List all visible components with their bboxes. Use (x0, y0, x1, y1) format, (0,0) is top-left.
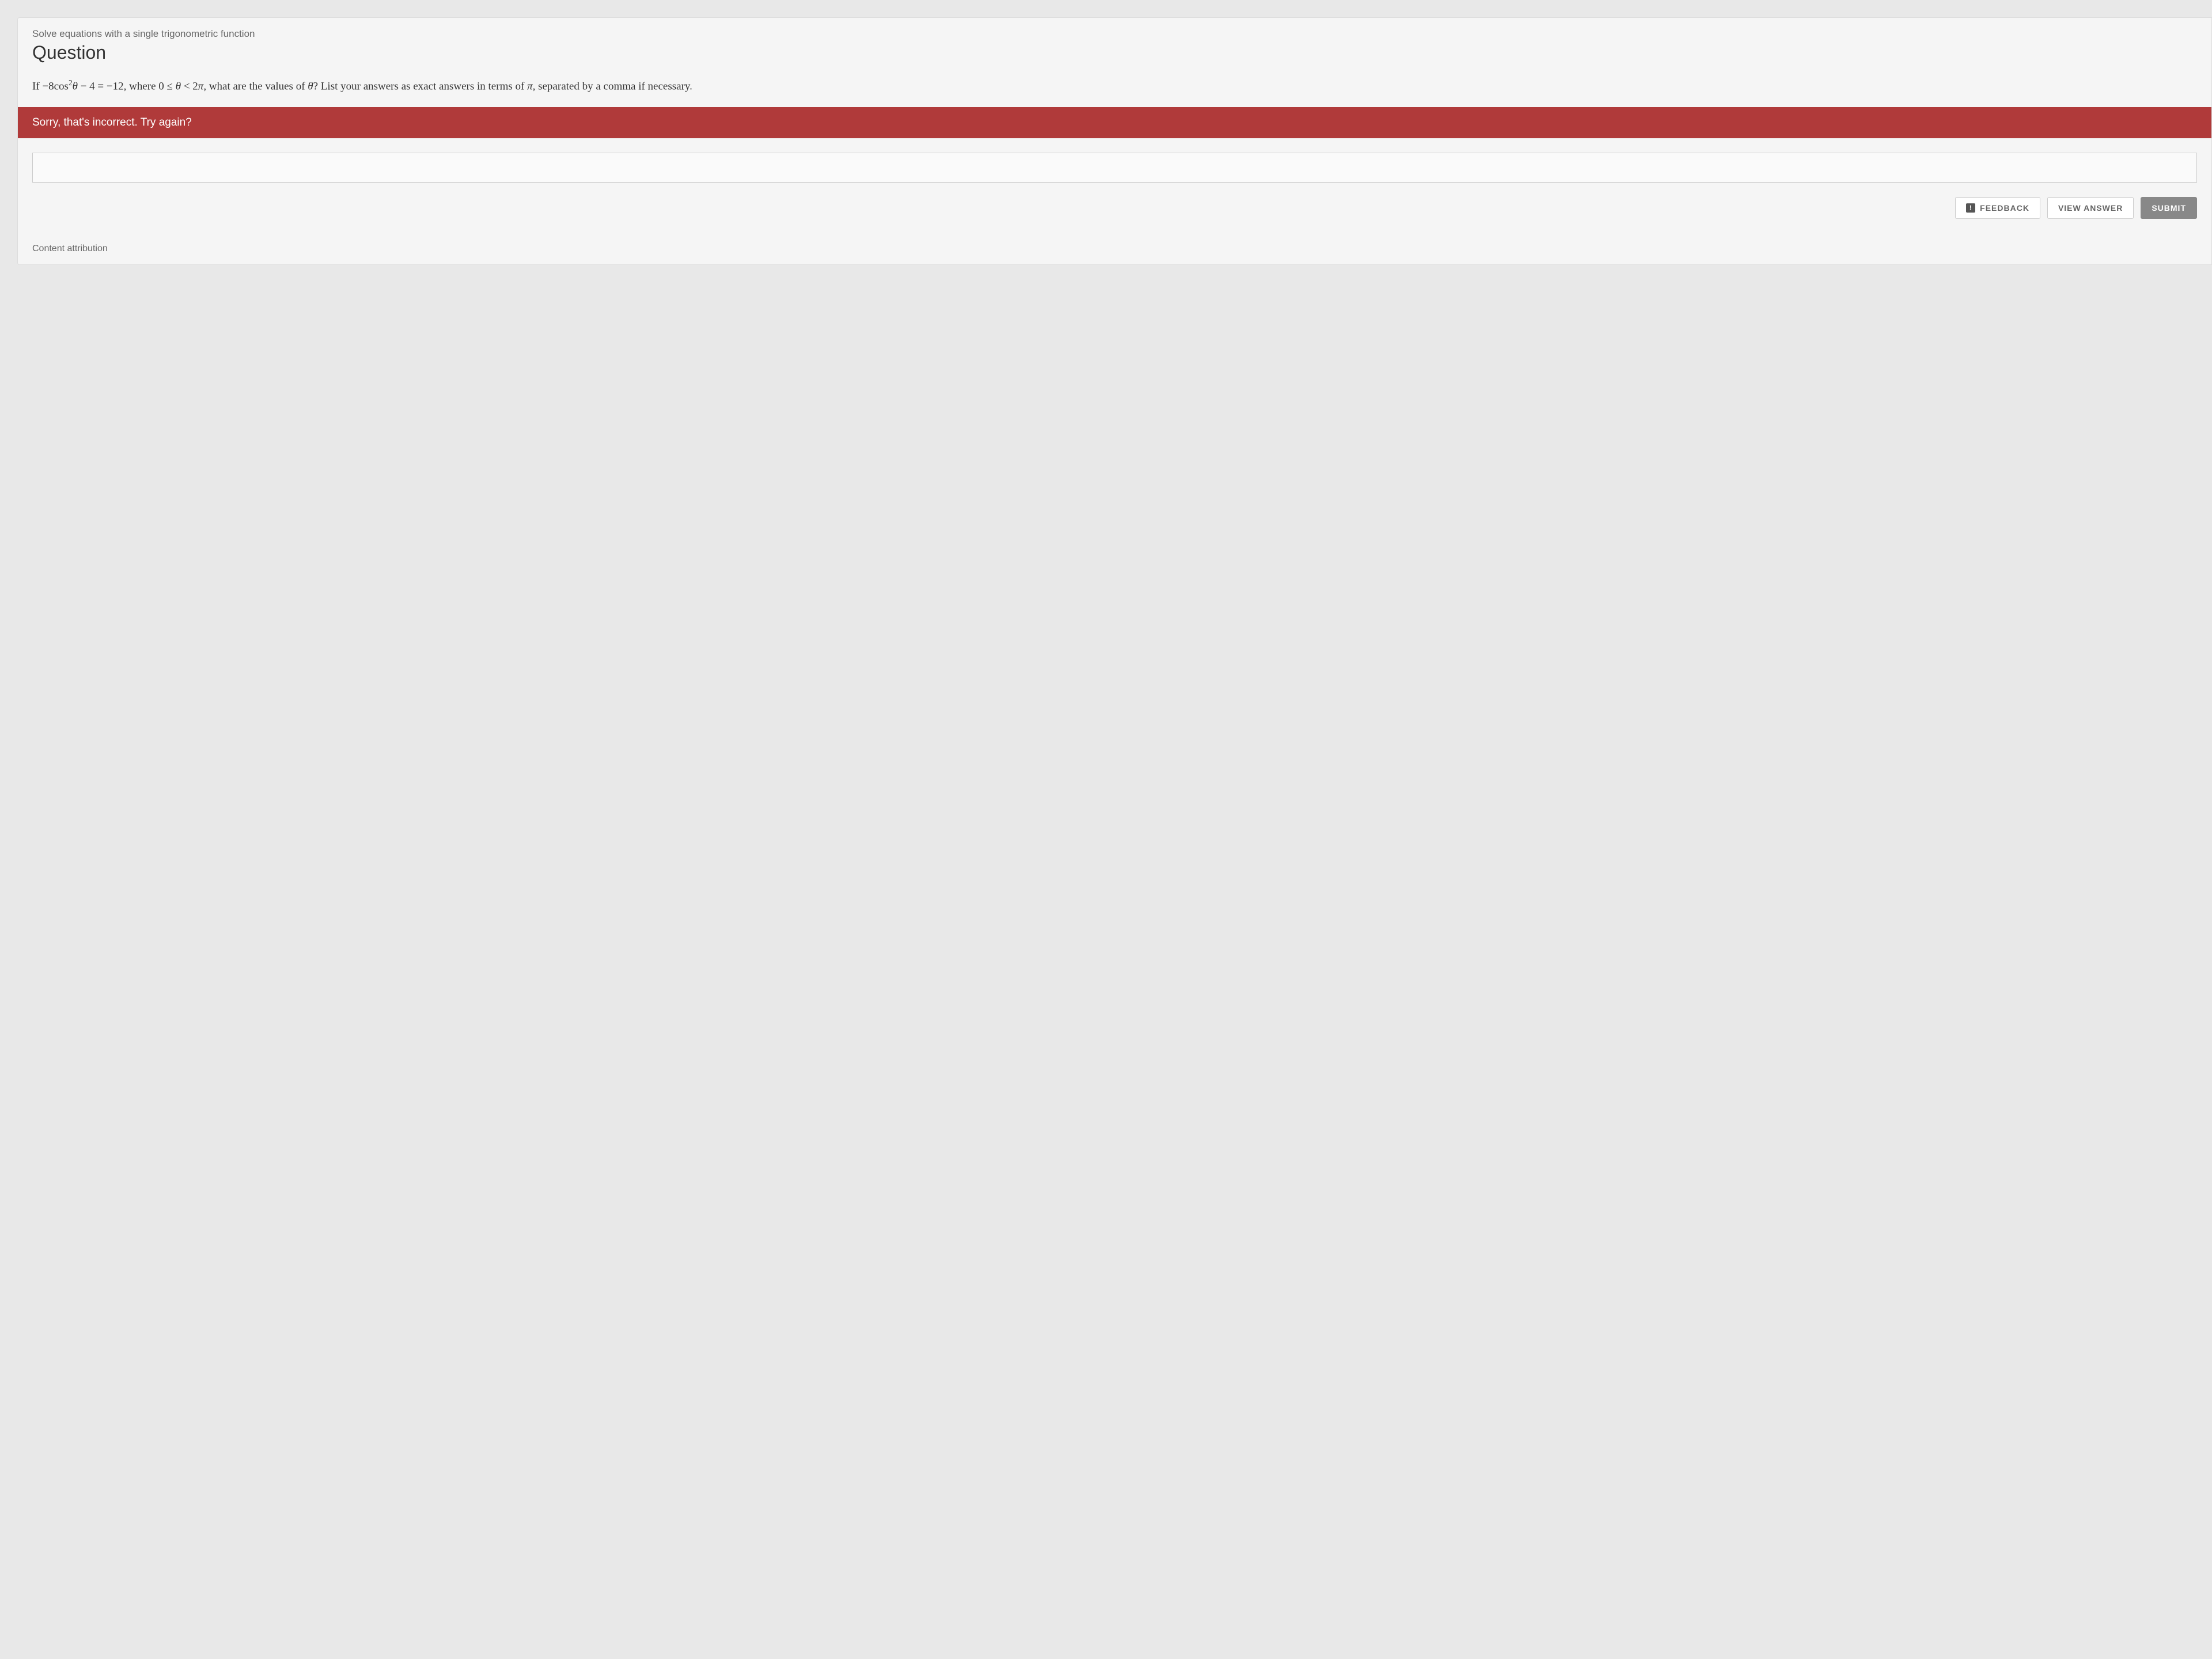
q-suffix1: , what are the values of (203, 80, 308, 92)
where-text: , where (124, 80, 159, 92)
eq-lhs: −8cos (42, 80, 69, 92)
question-text: If −8cos2θ − 4 = −12, where 0 ≤ θ < 2π, … (18, 77, 2211, 107)
eq-exponent: 2 (69, 78, 73, 87)
question-heading: Question (32, 42, 2197, 63)
view-answer-label: VIEW ANSWER (2058, 203, 2123, 213)
q-suffix2: ? List your answers as exact answers in … (313, 80, 527, 92)
feedback-icon: ! (1966, 203, 1975, 213)
pi-1: π (198, 80, 204, 92)
error-banner: Sorry, that's incorrect. Try again? (18, 107, 2211, 138)
eq-rest: − 4 = −12 (78, 80, 124, 92)
submit-button[interactable]: SUBMIT (2141, 197, 2197, 219)
domain-low: 0 ≤ (158, 80, 175, 92)
content-attribution[interactable]: Content attribution (18, 233, 2211, 264)
pi-2: π (527, 80, 533, 92)
button-row: ! FEEDBACK VIEW ANSWER SUBMIT (32, 197, 2197, 219)
submit-label: SUBMIT (2152, 203, 2186, 213)
q-var2: θ (308, 80, 313, 92)
domain-var: θ (176, 80, 181, 92)
q-suffix3: , separated by a comma if necessary. (533, 80, 692, 92)
question-prefix: If (32, 80, 42, 92)
answer-input[interactable] (32, 153, 2197, 183)
domain-high: < 2 (181, 80, 198, 92)
feedback-button[interactable]: ! FEEDBACK (1955, 197, 2040, 219)
view-answer-button[interactable]: VIEW ANSWER (2047, 197, 2134, 219)
feedback-label: FEEDBACK (1980, 203, 2029, 213)
eq-var: θ (73, 80, 78, 92)
header-section: Solve equations with a single trigonomet… (18, 18, 2211, 77)
answer-section: ! FEEDBACK VIEW ANSWER SUBMIT (18, 138, 2211, 233)
question-card: Solve equations with a single trigonomet… (17, 17, 2212, 265)
topic-label: Solve equations with a single trigonomet… (32, 28, 2197, 40)
